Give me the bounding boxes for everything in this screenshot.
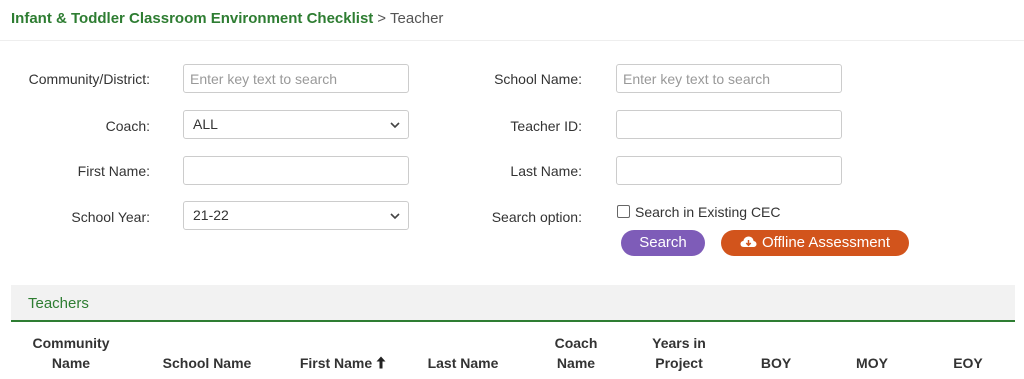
search-button[interactable]: Search — [621, 230, 705, 256]
school-year-label: School Year: — [71, 209, 150, 225]
col-boy[interactable]: BOY — [746, 353, 806, 373]
col-first-name-label: First Name — [299, 355, 373, 371]
breadcrumb-separator: > — [377, 10, 387, 27]
col-school-name-label: School Name — [162, 355, 252, 371]
last-name-label: Last Name: — [510, 163, 582, 179]
cloud-download-icon — [740, 236, 757, 247]
existing-cec-label[interactable]: Search in Existing CEC — [635, 203, 781, 221]
first-name-label: First Name: — [77, 163, 150, 179]
col-community-name-line1: Community — [32, 335, 110, 351]
existing-cec-checkbox[interactable] — [617, 205, 630, 218]
col-years-in-project-line2: Project — [655, 355, 703, 371]
col-eoy[interactable]: EOY — [938, 353, 998, 373]
first-name-input[interactable] — [183, 156, 409, 185]
community-label: Community/District: — [28, 71, 150, 87]
chevron-down-icon — [390, 122, 400, 129]
col-coach-name-line2: Name — [556, 355, 596, 371]
search-option-label: Search option: — [491, 209, 582, 225]
col-last-name-label: Last Name — [427, 355, 499, 371]
col-eoy-label: EOY — [953, 355, 983, 371]
col-community-name-line2: Name — [51, 355, 91, 371]
col-moy[interactable]: MOY — [842, 353, 902, 373]
col-coach-name[interactable]: Coach Name — [540, 333, 612, 373]
col-moy-label: MOY — [856, 355, 888, 371]
col-coach-name-line1: Coach — [554, 335, 598, 351]
community-search-input[interactable] — [183, 64, 409, 93]
breadcrumb: Infant & Toddler Classroom Environment C… — [11, 10, 443, 28]
school-name-search-input[interactable] — [616, 64, 842, 93]
coach-select-value: ALL — [193, 116, 218, 132]
col-community-name[interactable]: Community Name — [22, 333, 120, 373]
breadcrumb-root-link[interactable]: Infant & Toddler Classroom Environment C… — [11, 10, 373, 27]
header-divider — [0, 40, 1024, 41]
chevron-down-icon — [390, 213, 400, 220]
arrow-up-icon — [376, 356, 386, 369]
col-last-name[interactable]: Last Name — [416, 353, 510, 373]
col-years-in-project[interactable]: Years in Project — [638, 333, 720, 373]
school-name-label: School Name: — [494, 71, 582, 87]
col-years-in-project-line1: Years in — [652, 335, 706, 351]
col-first-name[interactable]: First Name — [288, 353, 398, 373]
school-year-select-value: 21-22 — [193, 207, 229, 223]
teacher-id-input[interactable] — [616, 110, 842, 139]
last-name-input[interactable] — [616, 156, 842, 185]
offline-assessment-label: Offline Assessment — [761, 234, 891, 251]
col-boy-label: BOY — [760, 355, 792, 371]
teacher-id-label: Teacher ID: — [510, 118, 582, 134]
panel-title: Teachers — [28, 295, 89, 312]
coach-label: Coach: — [105, 118, 150, 134]
offline-assessment-button[interactable]: Offline Assessment — [721, 230, 909, 256]
breadcrumb-current: Teacher — [390, 10, 444, 27]
school-year-select[interactable]: 21-22 — [183, 201, 409, 230]
coach-select[interactable]: ALL — [183, 110, 409, 139]
col-school-name[interactable]: School Name — [152, 353, 262, 373]
teachers-panel-header: Teachers — [11, 285, 1015, 322]
